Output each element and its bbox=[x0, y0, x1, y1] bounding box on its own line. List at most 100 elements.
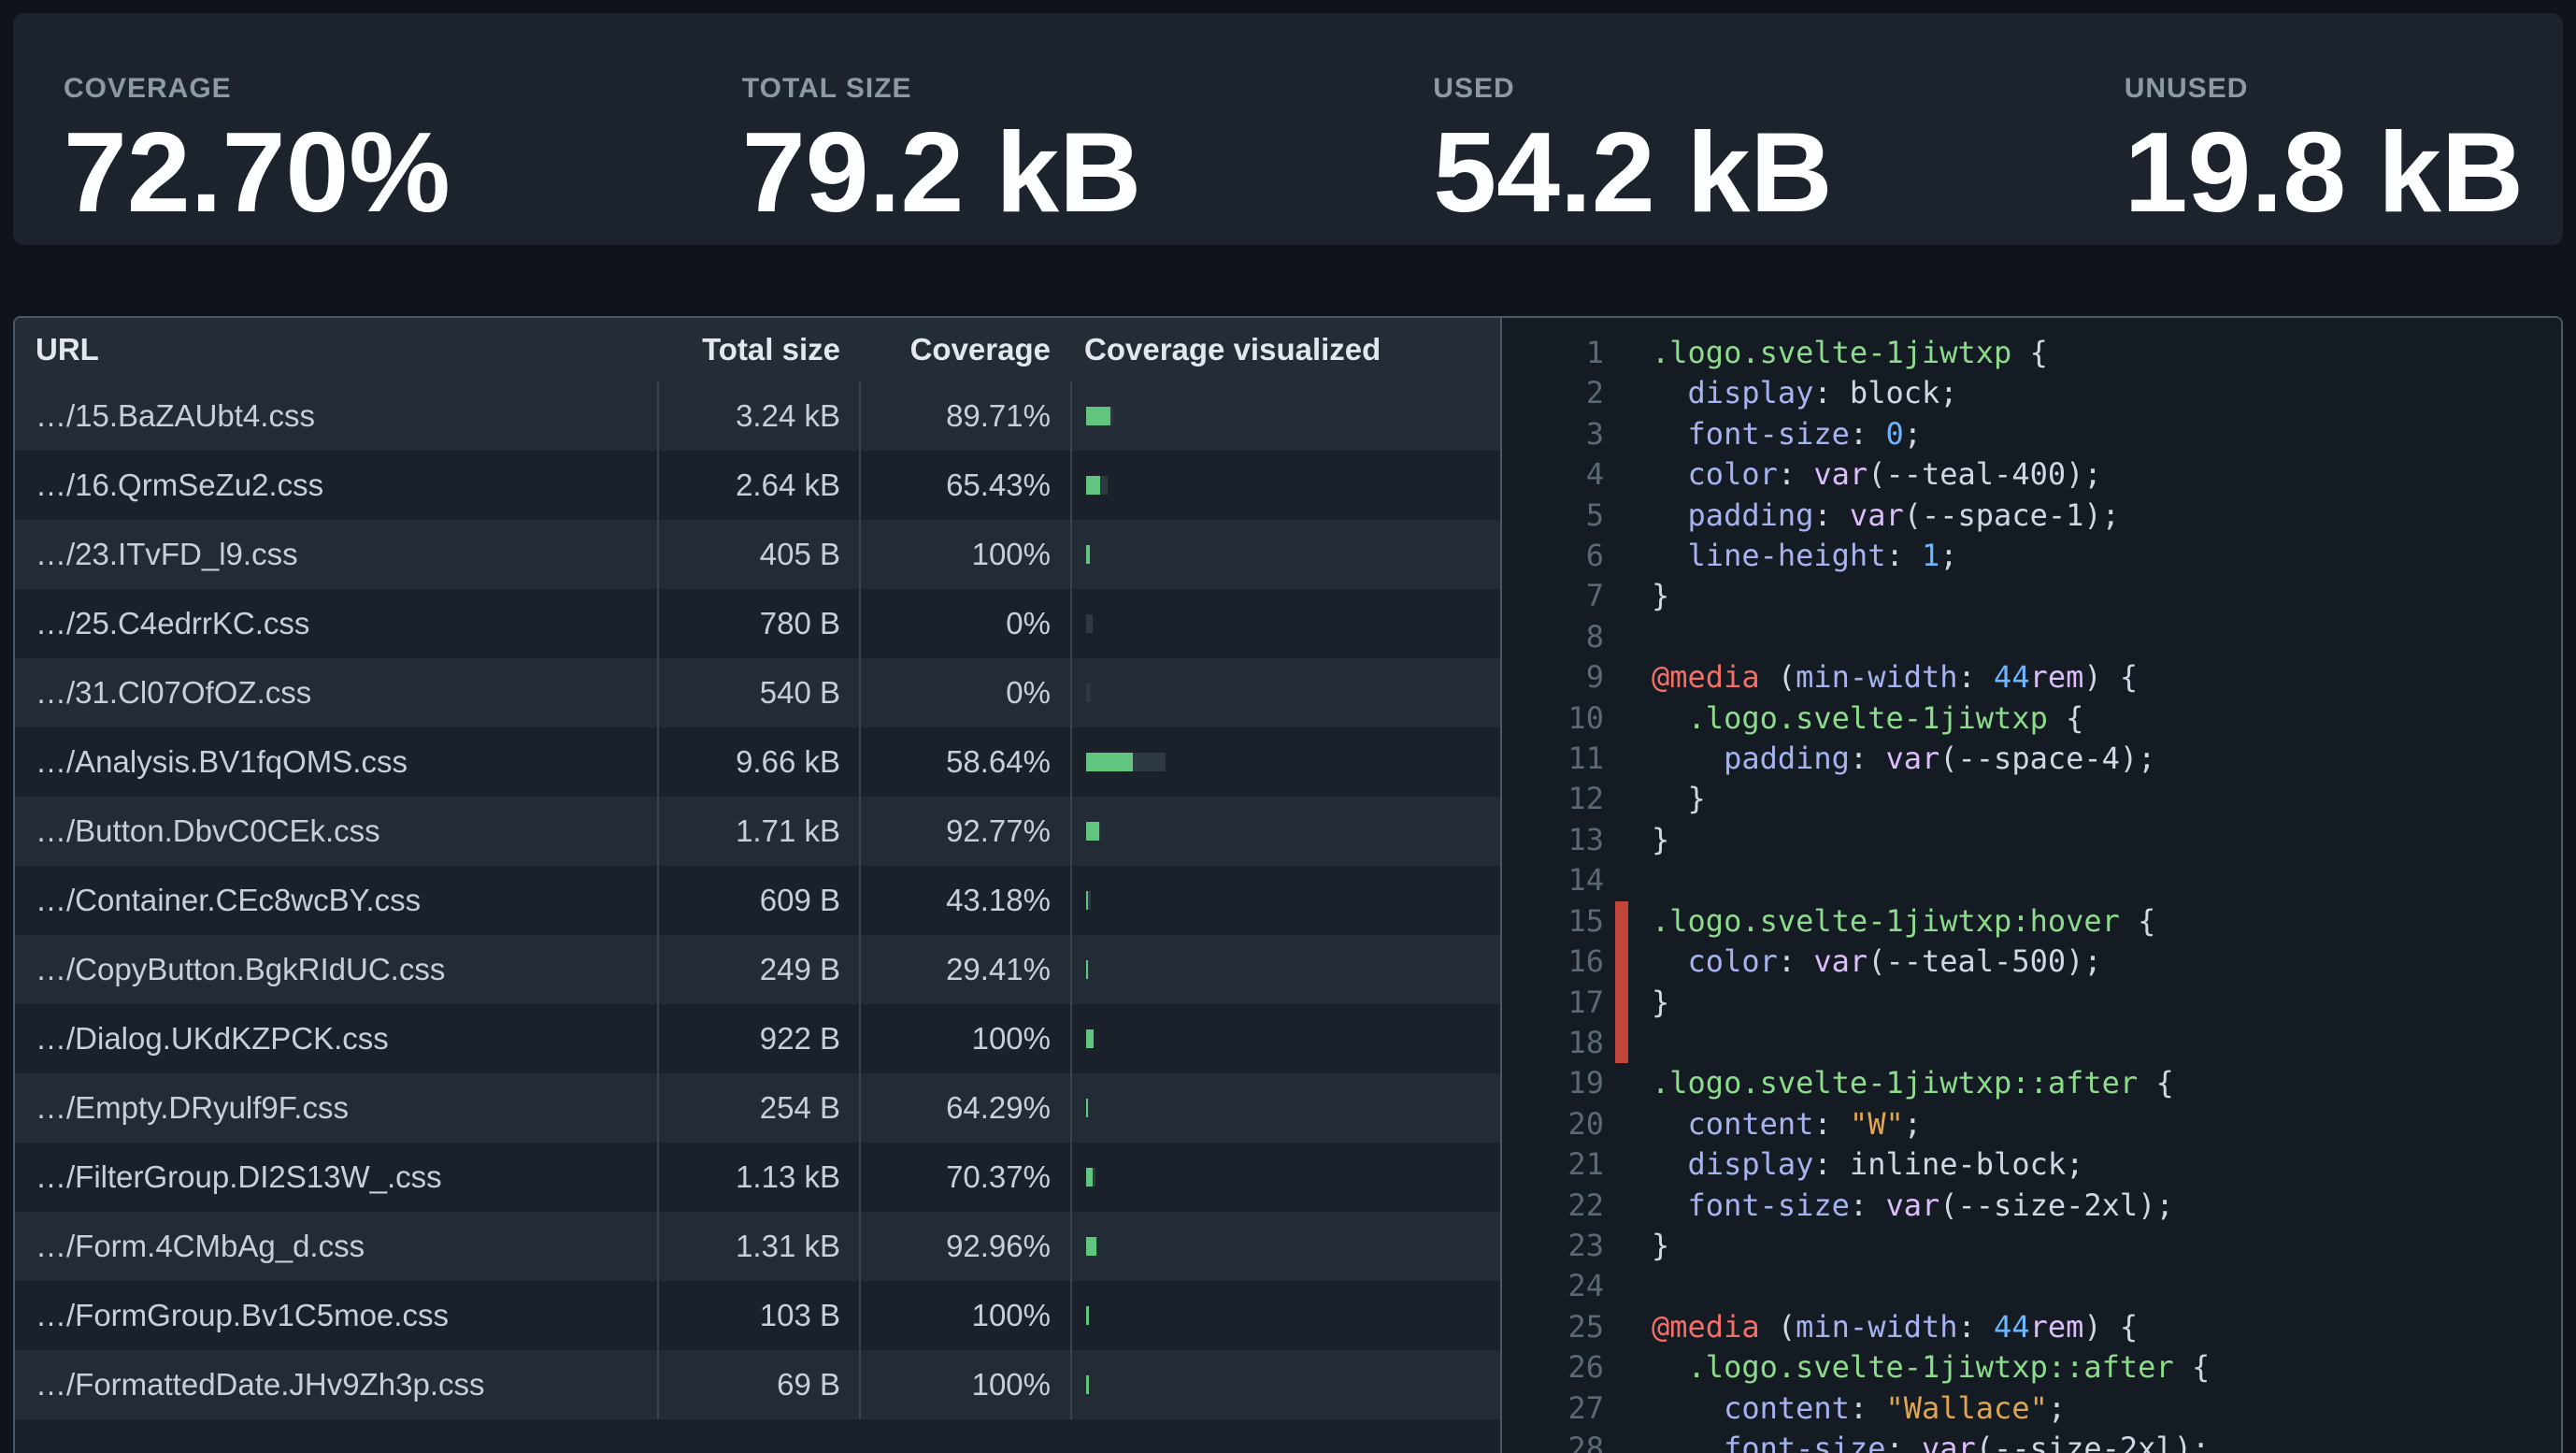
coverage-gutter bbox=[1615, 1266, 1628, 1306]
line-number: 24 bbox=[1502, 1266, 1604, 1306]
code-line: 24 bbox=[1502, 1266, 2561, 1306]
token-fn: rem bbox=[2030, 1309, 2084, 1345]
token-pun bbox=[1652, 456, 1688, 492]
table-row[interactable]: …/Dialog.UKdKZPCK.css922 B100% bbox=[15, 1004, 1500, 1073]
token-pun: : bbox=[1885, 538, 1922, 573]
uncovered-marker bbox=[1615, 901, 1628, 942]
table-row[interactable]: …/Container.CEc8wcBY.css609 B43.18% bbox=[15, 866, 1500, 935]
token-pun: ) { bbox=[2083, 659, 2138, 695]
covered-bar-segment bbox=[1086, 753, 1133, 771]
table-row[interactable] bbox=[15, 1419, 1500, 1453]
coverage-bar bbox=[1086, 822, 1100, 841]
code-line: 9@media (min-width: 44rem) { bbox=[1502, 657, 2561, 698]
token-prop: font-size bbox=[1688, 416, 1850, 452]
table-row[interactable]: …/FilterGroup.DI2S13W_.css1.13 kB70.37% bbox=[15, 1143, 1500, 1212]
code-line: 23} bbox=[1502, 1226, 2561, 1266]
table-row[interactable]: …/Button.DbvC0CEk.css1.71 kB92.77% bbox=[15, 797, 1500, 866]
code-text: .logo.svelte-1jiwtxp::after { bbox=[1652, 1063, 2174, 1103]
table-row[interactable]: …/16.QrmSeZu2.css2.64 kB65.43% bbox=[15, 451, 1500, 520]
token-prop: color bbox=[1688, 456, 1778, 492]
line-number: 20 bbox=[1502, 1104, 1604, 1144]
table-row[interactable]: …/31.Cl07OfOZ.css540 B0% bbox=[15, 658, 1500, 727]
line-number: 7 bbox=[1502, 576, 1604, 616]
code-viewer[interactable]: 1.logo.svelte-1jiwtxp {2 display: block;… bbox=[1500, 318, 2561, 1453]
token-pun bbox=[1652, 538, 1688, 573]
code-text: font-size: var(--size-2xl); bbox=[1652, 1186, 2174, 1226]
token-prop: font-size bbox=[1688, 1187, 1850, 1223]
token-sel: .logo.svelte-1jiwtxp bbox=[1652, 335, 2011, 370]
file-size: 540 B bbox=[657, 658, 859, 727]
token-pun: { bbox=[2048, 700, 2084, 736]
line-number: 8 bbox=[1502, 617, 1604, 657]
covered-bar-segment bbox=[1086, 545, 1090, 564]
covered-bar-segment bbox=[1086, 407, 1110, 425]
token-pun bbox=[1652, 700, 1688, 736]
file-size: 254 B bbox=[657, 1073, 859, 1143]
line-number: 2 bbox=[1502, 373, 1604, 413]
token-pun: : bbox=[1778, 456, 1814, 492]
covered-bar-segment bbox=[1086, 1168, 1093, 1187]
table-row[interactable]: …/CopyButton.BgkRIdUC.css249 B29.41% bbox=[15, 935, 1500, 1004]
column-header-url[interactable]: URL bbox=[15, 318, 657, 381]
token-prop: font-size bbox=[1724, 1431, 1885, 1453]
file-coverage: 100% bbox=[859, 1350, 1070, 1419]
coverage-bar bbox=[1086, 545, 1090, 564]
coverage-bar-cell bbox=[1070, 1350, 1500, 1419]
line-number: 6 bbox=[1502, 536, 1604, 576]
table-row[interactable]: …/FormGroup.Bv1C5moe.css103 B100% bbox=[15, 1281, 1500, 1350]
line-number: 17 bbox=[1502, 983, 1604, 1023]
code-line: 6 line-height: 1; bbox=[1502, 536, 2561, 576]
coverage-bar-cell bbox=[1070, 658, 1500, 727]
table-row[interactable]: …/15.BaZAUbt4.css3.24 kB89.71% bbox=[15, 381, 1500, 451]
token-pun bbox=[1652, 1146, 1688, 1182]
line-number: 14 bbox=[1502, 860, 1604, 900]
line-number: 4 bbox=[1502, 454, 1604, 495]
coverage-gutter bbox=[1615, 1144, 1628, 1185]
table-row[interactable]: …/23.ITvFD_l9.css405 B100% bbox=[15, 520, 1500, 589]
stat-total-size: TOTAL SIZE79.2 kB bbox=[742, 73, 1141, 245]
line-number: 27 bbox=[1502, 1388, 1604, 1429]
token-pun: : bbox=[1813, 1146, 1850, 1182]
code-line: 21 display: inline-block; bbox=[1502, 1144, 2561, 1185]
file-coverage: 58.64% bbox=[859, 727, 1070, 797]
file-size: 780 B bbox=[657, 589, 859, 658]
stat-label: TOTAL SIZE bbox=[742, 73, 1141, 105]
file-coverage: 100% bbox=[859, 520, 1070, 589]
uncovered-marker bbox=[1615, 1023, 1628, 1063]
table-row[interactable]: …/Analysis.BV1fqOMS.css9.66 kB58.64% bbox=[15, 727, 1500, 797]
file-size: 69 B bbox=[657, 1350, 859, 1419]
code-line: 4 color: var(--teal-400); bbox=[1502, 454, 2561, 495]
coverage-bar-cell bbox=[1070, 451, 1500, 520]
table-row[interactable]: …/Form.4CMbAg_d.css1.31 kB92.96% bbox=[15, 1212, 1500, 1281]
code-line: 27 content: "Wallace"; bbox=[1502, 1388, 2561, 1429]
line-number: 1 bbox=[1502, 333, 1604, 373]
stat-value: 19.8 kB bbox=[2125, 114, 2524, 230]
column-header-cov[interactable]: Coverage bbox=[859, 318, 1070, 381]
coverage-gutter bbox=[1615, 496, 1628, 536]
token-pun: : bbox=[1958, 659, 1995, 695]
token-pun bbox=[1652, 1349, 1688, 1385]
coverage-bar bbox=[1086, 1306, 1089, 1325]
token-pun bbox=[1652, 375, 1688, 410]
file-coverage: 29.41% bbox=[859, 935, 1070, 1004]
table-row[interactable]: …/25.C4edrrKC.css780 B0% bbox=[15, 589, 1500, 658]
token-pun: (--teal-500); bbox=[1868, 943, 2101, 979]
token-pun bbox=[1652, 741, 1724, 776]
code-text: } bbox=[1652, 1226, 1669, 1266]
file-size: 2.64 kB bbox=[657, 451, 859, 520]
token-pun bbox=[1652, 1390, 1724, 1426]
column-header-viz[interactable]: Coverage visualized bbox=[1070, 318, 1500, 381]
token-prop: padding bbox=[1688, 497, 1814, 533]
coverage-gutter bbox=[1615, 860, 1628, 900]
file-size: 609 B bbox=[657, 866, 859, 935]
column-header-size[interactable]: Total size bbox=[657, 318, 859, 381]
table-row[interactable]: …/FormattedDate.JHv9Zh3p.css69 B100% bbox=[15, 1350, 1500, 1419]
code-line: 22 font-size: var(--size-2xl); bbox=[1502, 1186, 2561, 1226]
code-text: .logo.svelte-1jiwtxp:hover { bbox=[1652, 901, 2155, 942]
files-table: URLTotal sizeCoverageCoverage visualized… bbox=[15, 318, 1500, 1453]
coverage-bar-cell bbox=[1070, 935, 1500, 1004]
token-prop: min-width bbox=[1796, 1309, 1957, 1345]
file-size: 103 B bbox=[657, 1281, 859, 1350]
coverage-gutter bbox=[1615, 1104, 1628, 1144]
table-row[interactable]: …/Empty.DRyulf9F.css254 B64.29% bbox=[15, 1073, 1500, 1143]
